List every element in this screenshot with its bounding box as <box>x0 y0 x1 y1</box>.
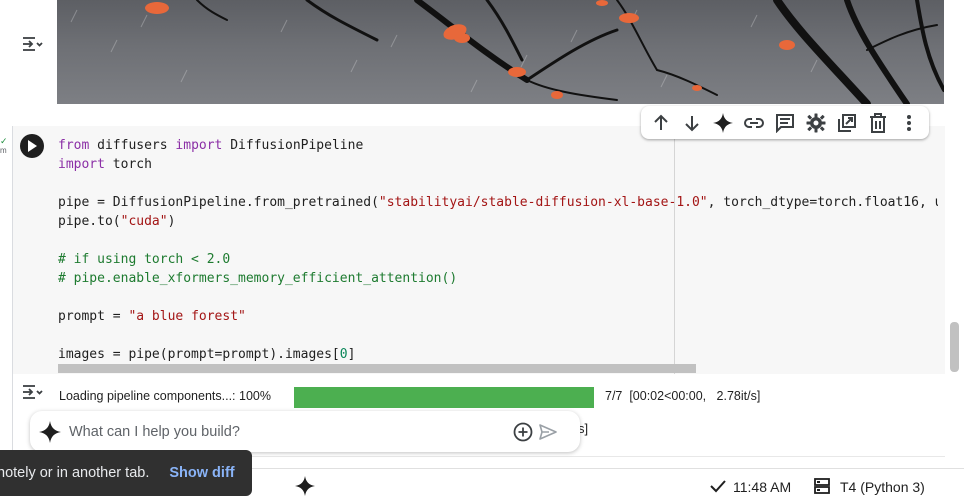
code-token: DiffusionPipeline <box>230 138 364 153</box>
code-token: from <box>58 138 90 153</box>
code-token: "a blue forest" <box>128 309 246 324</box>
copy-link-button[interactable] <box>741 110 767 136</box>
add-circle-icon[interactable] <box>513 422 533 442</box>
play-icon <box>28 140 37 152</box>
code-token: # pipe.enable_xformers_memory_efficient_… <box>58 271 458 286</box>
code-line: pipe.to("cuda") <box>58 212 938 231</box>
comment-icon <box>775 113 794 133</box>
execution-time[interactable]: 11:48 AM <box>733 479 791 495</box>
code-line: pipe = DiffusionPipeline.from_pretrained… <box>58 193 938 212</box>
code-token: diffusers <box>97 138 168 153</box>
run-status-check: ✓ m <box>0 137 8 155</box>
output-image <box>57 0 944 104</box>
horizontal-scrollbar[interactable] <box>58 364 696 373</box>
code-token: import <box>58 157 105 172</box>
runtime-status[interactable]: T4 (Python 3) <box>840 479 925 495</box>
code-token: torch <box>112 157 152 172</box>
code-editor[interactable]: from diffusers import DiffusionPipeline i… <box>58 136 938 364</box>
snackbar: notely or in another tab. Show diff <box>0 450 252 496</box>
code-token: "stabilityai/stable-diffusion-xl-base-1.… <box>378 195 708 210</box>
run-cell-button[interactable] <box>20 134 44 158</box>
code-line: # if using torch < 2.0 <box>58 250 938 269</box>
code-token: ] <box>347 347 356 362</box>
more-actions-button[interactable] <box>896 110 922 136</box>
link-icon <box>743 117 764 128</box>
gemini-button[interactable] <box>710 110 736 136</box>
code-token: pipe.to( <box>58 214 121 229</box>
vertical-scrollbar[interactable] <box>950 322 959 372</box>
cell-toolbar <box>641 106 929 139</box>
code-token: prompt = <box>58 309 129 324</box>
code-line: prompt = "a blue forest" <box>58 307 938 326</box>
progress-stats: 7/7 [00:02<00:00, 2.78it/s] <box>605 389 761 403</box>
code-token: images = pipe(prompt=prompt).images[ <box>58 347 340 362</box>
ai-prompt-input[interactable] <box>69 423 509 440</box>
code-token: ) <box>167 214 176 229</box>
arrow-down-icon <box>684 115 699 131</box>
output-toggle-icon[interactable] <box>21 33 43 55</box>
gear-icon <box>806 113 826 132</box>
code-token: # if using torch < 2.0 <box>58 252 231 267</box>
trash-icon <box>870 112 887 133</box>
code-line: # pipe.enable_xformers_memory_efficient_… <box>58 269 938 288</box>
snackbar-message: notely or in another tab. <box>0 465 150 481</box>
code-token: import <box>175 138 223 153</box>
progress-bar <box>294 387 594 408</box>
mirror-cell-icon <box>838 113 857 132</box>
cell-settings-button[interactable] <box>803 110 829 136</box>
progress-bar-fill <box>294 387 594 408</box>
arrow-up-icon <box>653 114 668 130</box>
more-vert-icon <box>907 114 912 131</box>
sparkle-icon <box>712 112 733 133</box>
sparkle-icon <box>39 420 61 443</box>
server-icon <box>814 478 830 494</box>
add-comment-button[interactable] <box>772 110 798 136</box>
code-line: images = pipe(prompt=prompt).images[0] <box>58 345 938 364</box>
progress-label: Loading pipeline components...: 100% <box>59 389 271 403</box>
code-token: , torch_dtype=torch.float16, use_safeten… <box>707 195 938 210</box>
send-icon[interactable] <box>539 423 557 441</box>
show-diff-button[interactable]: Show diff <box>169 465 234 481</box>
code-token: pipe = DiffusionPipeline.from_pretrained… <box>58 195 379 210</box>
delete-cell-button[interactable] <box>865 110 891 136</box>
code-token: 0 <box>339 347 348 362</box>
mirror-cell-button[interactable] <box>834 110 860 136</box>
move-cell-up-button[interactable] <box>648 110 674 136</box>
check-icon <box>710 480 726 493</box>
output-actions-icon[interactable] <box>21 381 43 403</box>
sparkle-icon[interactable] <box>295 476 315 496</box>
move-cell-down-button[interactable] <box>679 110 705 136</box>
ai-prompt-box <box>30 411 580 452</box>
code-token: "cuda" <box>120 214 168 229</box>
code-line: import torch <box>58 155 938 174</box>
